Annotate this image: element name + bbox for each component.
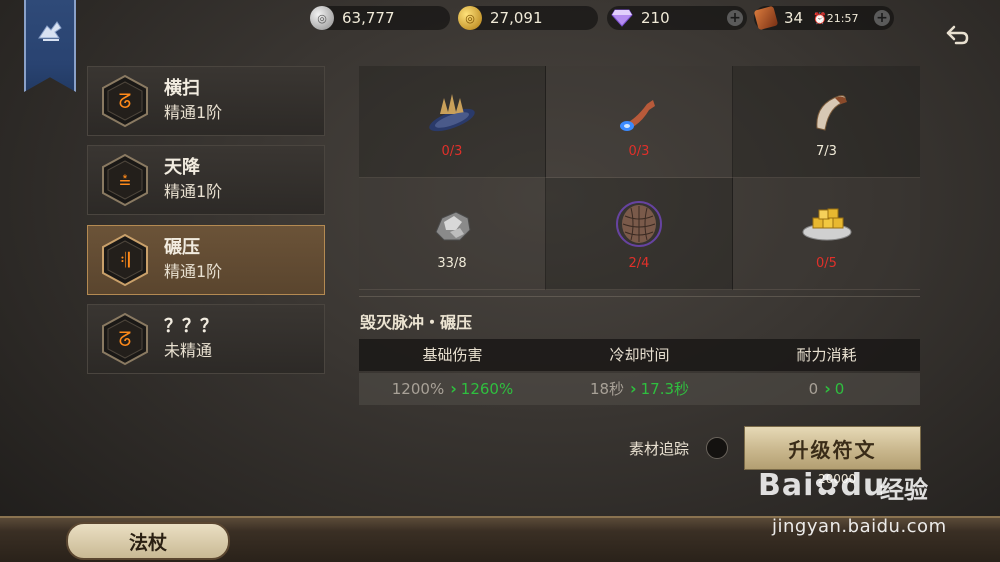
material-slot[interactable]: 33/8	[359, 178, 546, 290]
material-slot[interactable]: 7/3	[733, 66, 920, 178]
stamina-timer: ⏰21:57	[813, 11, 859, 25]
stat-cooldown: 18秒 › 17.3秒	[546, 373, 733, 405]
winged-boot-icon	[38, 21, 62, 41]
gold-ingot-bowl-icon	[802, 208, 851, 241]
stat-base-damage: 1200% › 1260%	[359, 373, 546, 405]
material-count: 0/5	[816, 256, 837, 271]
material-slot[interactable]: 0/3	[546, 66, 733, 178]
rune-hexagon-icon: ᘔ	[102, 312, 148, 366]
scaled-cone-icon	[616, 201, 662, 247]
spiked-bracer-icon	[429, 94, 475, 132]
baidu-watermark-sub: 经验	[880, 476, 928, 504]
silver-coin-counter: ◎ 63,777	[310, 6, 450, 30]
skill-level: 未精通	[164, 341, 213, 360]
material-count: 0/3	[441, 144, 463, 159]
skill-level: 精通1阶	[164, 103, 223, 122]
tab-staff[interactable]: 法杖	[66, 522, 230, 560]
material-count: 0/3	[628, 144, 650, 159]
material-slot[interactable]: 0/5	[733, 178, 920, 290]
skill-level: 精通1阶	[164, 182, 223, 201]
skill-item-descend[interactable]: ⩮ 天降 精通1阶	[87, 145, 325, 215]
gold-coin-counter: ◎ 27,091	[458, 6, 598, 30]
stat-stamina-cost: 0 › 0	[733, 373, 920, 405]
chevron-right-icon: ›	[630, 379, 637, 398]
material-tracking-toggle[interactable]	[706, 437, 728, 459]
blue-gem-arm-icon	[620, 100, 655, 131]
stamina-counter: 34 ⏰21:57 +	[753, 5, 894, 31]
materials-grid: 0/3 0/3 7/3 33/8 2/4 0/5	[359, 66, 920, 290]
header-cooldown: 冷却时间	[609, 346, 670, 364]
material-count: 2/4	[628, 256, 650, 271]
skill-level: 精通1阶	[164, 262, 223, 281]
gold-amount: 27,091	[490, 9, 543, 27]
material-slot[interactable]: 0/3	[359, 66, 546, 178]
stats-value-row: 1200% › 1260% 18秒 › 17.3秒 0 › 0	[359, 373, 920, 405]
skill-name: 横扫	[164, 78, 200, 99]
skill-name: 天降	[164, 157, 200, 178]
silver-ore-icon	[435, 211, 471, 241]
stats-header-row: 基础伤害 冷却时间 耐力消耗	[359, 339, 920, 371]
skill-detail-title: 毁灭脉冲・碾压	[360, 313, 473, 332]
material-count: 33/8	[437, 256, 467, 271]
svg-text:ᘔ: ᘔ	[119, 89, 132, 113]
curved-fang-icon	[815, 95, 847, 131]
diamond-counter: 210 +	[607, 6, 747, 30]
material-count: 7/3	[816, 144, 837, 159]
rune-hexagon-icon: ᘔ	[102, 74, 148, 128]
skill-item-crush[interactable]: 𝄇 碾压 精通1阶	[87, 225, 325, 295]
skill-item-sweep[interactable]: ᘔ 横扫 精通1阶	[87, 66, 325, 136]
header-base-damage: 基础伤害	[422, 346, 483, 364]
rune-hexagon-icon: 𝄇	[102, 233, 148, 287]
back-arrow-icon[interactable]	[944, 22, 970, 48]
add-diamond-button[interactable]: +	[727, 10, 743, 26]
chevron-right-icon: ›	[450, 379, 457, 398]
material-slot[interactable]: 2/4	[546, 178, 733, 290]
divider	[359, 296, 920, 297]
chevron-right-icon: ›	[824, 379, 831, 398]
guild-banner[interactable]	[24, 0, 76, 92]
skill-item-unknown[interactable]: ᘔ ？？？ 未精通	[87, 304, 325, 374]
stamina-amount: 34	[784, 9, 804, 27]
skill-name: 碾压	[164, 237, 200, 258]
silver-coin-icon: ◎	[310, 6, 334, 30]
rune-hexagon-icon: ⩮	[102, 153, 148, 207]
baidu-watermark-url: jingyan.baidu.com	[772, 516, 947, 537]
header-stamina-cost: 耐力消耗	[796, 346, 857, 364]
diamond-amount: 210	[641, 9, 670, 27]
svg-text:⩮: ⩮	[119, 168, 131, 192]
svg-text:ᘔ: ᘔ	[119, 327, 132, 351]
silver-amount: 63,777	[342, 9, 395, 27]
skill-name: ？？？	[164, 316, 218, 337]
material-tracking-label: 素材追踪	[629, 440, 690, 458]
diamond-icon	[611, 9, 633, 27]
stats-table: 基础伤害 冷却时间 耐力消耗 1200% › 1260% 18秒 › 17.3秒 0 › 0	[359, 339, 920, 405]
add-stamina-button[interactable]: +	[874, 10, 890, 26]
gold-coin-icon: ◎	[458, 6, 482, 30]
stamina-scroll-icon	[753, 5, 779, 31]
upgrade-rune-button[interactable]: 升级符文	[744, 426, 921, 470]
svg-text:𝄇: 𝄇	[120, 248, 130, 272]
baidu-watermark-logo: Bai✿du	[758, 468, 886, 503]
